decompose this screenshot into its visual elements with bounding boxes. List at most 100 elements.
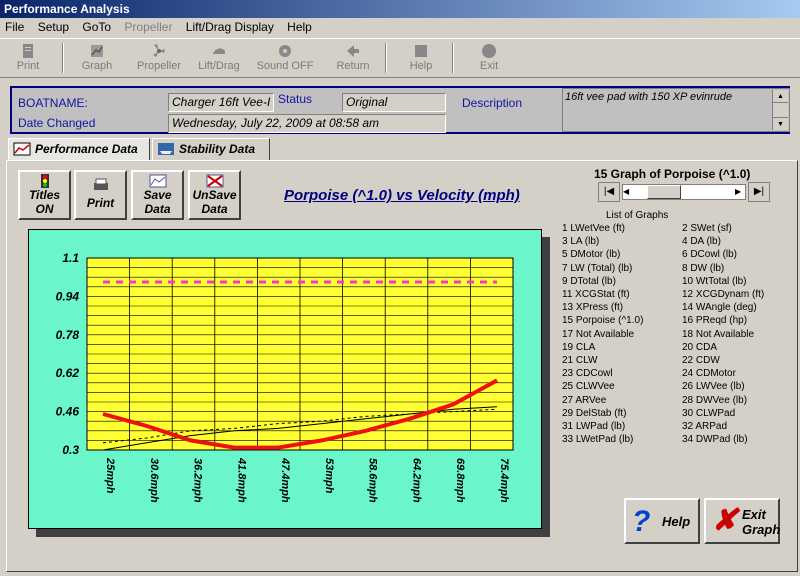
date-field[interactable]: Wednesday, July 22, 2009 at 08:58 am <box>168 114 446 133</box>
chart-svg: 1.1 0.94 0.78 0.62 0.46 0.3 25mph 30.6mph 36.2mp… <box>56 251 514 503</box>
graph-list-item[interactable]: 14 WAngle (deg) <box>682 301 757 314</box>
graph-list-item[interactable]: 34 DWPad (lb) <box>682 433 748 446</box>
scroll-last-icon[interactable]: ▶| <box>748 182 770 202</box>
toolbar-sound-button[interactable]: Sound OFF <box>254 41 316 77</box>
menu-file[interactable]: File <box>0 18 29 37</box>
scroll-left-icon[interactable]: ◀ <box>623 185 633 199</box>
description-field[interactable]: 16ft vee pad with 150 XP evinrude ▲ ▼ <box>562 88 790 132</box>
x-tick-label: 25mph <box>104 457 116 494</box>
graph-list-item[interactable]: 19 CLA <box>562 341 595 354</box>
graph-list-item[interactable]: 8 DW (lb) <box>682 262 724 275</box>
y-tick-label: 0.46 <box>56 405 80 419</box>
y-tick-label: 0.94 <box>56 289 80 303</box>
graph-list-item[interactable]: 10 WtTotal (lb) <box>682 275 746 288</box>
graph-list-item[interactable]: 11 XCGStat (ft) <box>562 288 630 301</box>
save-graph-icon <box>149 174 166 188</box>
menu-goto[interactable]: GoTo <box>77 18 116 37</box>
graph-list-item[interactable]: 9 DTotal (lb) <box>562 275 616 288</box>
description-scrollbar[interactable]: ▲ ▼ <box>772 90 788 130</box>
graph-list-item[interactable]: 7 LW (Total) (lb) <box>562 262 632 275</box>
graph-scroll-thumb[interactable] <box>647 185 681 199</box>
menu-help[interactable]: Help <box>282 18 317 37</box>
graph-scroll-track[interactable]: ◀ ▶ <box>622 184 746 200</box>
graph-list-item[interactable]: 27 ARVee <box>562 394 606 407</box>
graph-list-item[interactable]: 23 CDCowl <box>562 367 613 380</box>
graph-list-item[interactable]: 33 LWetPad (lb) <box>562 433 633 446</box>
graph-list-item[interactable]: 4 DA (lb) <box>682 235 721 248</box>
scroll-right-icon[interactable]: ▶ <box>735 185 745 199</box>
graph-selector-title: 15 Graph of Porpoise (^1.0) <box>594 167 751 181</box>
toolbar-lift-drag-button[interactable]: Lift/Drag <box>192 41 246 77</box>
unsave-data-button[interactable]: UnSave Data <box>188 170 241 220</box>
graph-scrollbar[interactable]: |◀ ◀ ▶ ▶| <box>598 182 770 202</box>
graph-list-item[interactable]: 15 Porpoise (^1.0) <box>562 314 643 327</box>
save-label-1: Save <box>143 188 172 202</box>
toolbar-print-button[interactable]: Print <box>6 41 50 77</box>
graph-list: 1 LWetVee (ft) 2 SWet (sf) 3 LA (lb) 4 DA (… <box>562 222 794 482</box>
printer-icon <box>93 178 108 190</box>
graph-list-item[interactable]: 30 CLWPad <box>682 407 735 420</box>
x-tick-label: 69.8mph <box>454 458 466 503</box>
graph-list-item[interactable]: 17 Not Available <box>562 328 634 341</box>
description-label: Description <box>462 96 523 110</box>
scroll-down-icon[interactable]: ▼ <box>773 117 788 130</box>
x-tick-label: 30.6mph <box>148 458 160 503</box>
graph-list-item[interactable]: 28 DWVee (lb) <box>682 394 747 407</box>
graph-list-item[interactable]: 29 DelStab (ft) <box>562 407 626 420</box>
graph-list-item[interactable]: 32 ARPad <box>682 420 727 433</box>
x-tick-label: 75.4mph <box>498 458 510 503</box>
graph-list-title: List of Graphs <box>606 210 669 221</box>
status-field[interactable]: Original <box>342 93 446 112</box>
graph-icon <box>91 45 103 57</box>
toolbar-lift-drag-label: Lift/Drag <box>198 60 240 72</box>
scroll-up-icon[interactable]: ▲ <box>773 90 788 103</box>
graph-list-item[interactable]: 5 DMotor (lb) <box>562 248 620 261</box>
return-icon <box>347 45 359 57</box>
scroll-first-icon[interactable]: |◀ <box>598 182 620 202</box>
print-icon <box>23 44 33 58</box>
date-label: Date Changed <box>18 116 96 130</box>
toolbar-help-button[interactable]: Help <box>400 41 442 77</box>
graph-list-item[interactable]: 13 XPress (ft) <box>562 301 623 314</box>
print-chart-label: Print <box>86 196 115 210</box>
titles-toggle-button[interactable]: Titles ON <box>18 170 71 220</box>
propeller-icon <box>153 44 165 57</box>
toolbar-return-button[interactable]: Return <box>330 41 376 77</box>
help-button[interactable]: ? Help <box>624 498 700 544</box>
menu-setup[interactable]: Setup <box>33 18 74 37</box>
graph-list-item[interactable]: 2 SWet (sf) <box>682 222 732 235</box>
graph-list-item[interactable]: 16 PReqd (hp) <box>682 314 747 327</box>
exit-label-2: Graph <box>742 522 781 537</box>
toolbar-exit-label: Exit <box>479 60 499 72</box>
toolbar-graph-button[interactable]: Graph <box>72 41 122 77</box>
sound-icon <box>279 45 291 57</box>
graph-list-item[interactable]: 21 CLW <box>562 354 597 367</box>
graph-list-item[interactable]: 22 CDW <box>682 354 720 367</box>
graph-list-item[interactable]: 12 XCGDynam (ft) <box>682 288 764 301</box>
tab-stability-data[interactable]: Stability Data <box>152 138 270 160</box>
exit-icon <box>482 44 496 58</box>
toolbar-exit-button[interactable]: Exit <box>468 41 510 77</box>
chart-frame: 1.1 0.94 0.78 0.62 0.46 0.3 25mph 30.6mph 36.2mp… <box>28 229 542 529</box>
save-data-button[interactable]: Save Data <box>131 170 184 220</box>
graph-list-item[interactable]: 26 LWVee (lb) <box>682 380 745 393</box>
menu-lift-drag-display[interactable]: Lift/Drag Display <box>181 18 279 37</box>
tab-performance-data[interactable]: Performance Data <box>8 138 150 160</box>
boat-icon <box>158 143 174 155</box>
print-chart-button[interactable]: Print <box>74 170 127 220</box>
graph-list-item[interactable]: 18 Not Available <box>682 328 754 341</box>
graph-list-item[interactable]: 24 CDMotor <box>682 367 736 380</box>
exit-graph-button[interactable]: ✘ Exit Graph <box>704 498 780 544</box>
menu-propeller[interactable]: Propeller <box>119 18 177 37</box>
graph-list-item[interactable]: 25 CLWVee <box>562 380 615 393</box>
graph-list-item[interactable]: 31 LWPad (lb) <box>562 420 625 433</box>
y-tick-label: 0.62 <box>56 366 80 380</box>
graph-list-item[interactable]: 6 DCowl (lb) <box>682 248 737 261</box>
unsave-graph-icon <box>206 174 223 188</box>
graph-list-item[interactable]: 1 LWetVee (ft) <box>562 222 625 235</box>
boatname-field[interactable]: Charger 16ft Vee-I <box>168 93 274 112</box>
toolbar-propeller-button[interactable]: Propeller <box>130 41 188 77</box>
x-tick-label: 41.8mph <box>235 457 247 503</box>
graph-list-item[interactable]: 20 CDA <box>682 341 717 354</box>
graph-list-item[interactable]: 3 LA (lb) <box>562 235 599 248</box>
